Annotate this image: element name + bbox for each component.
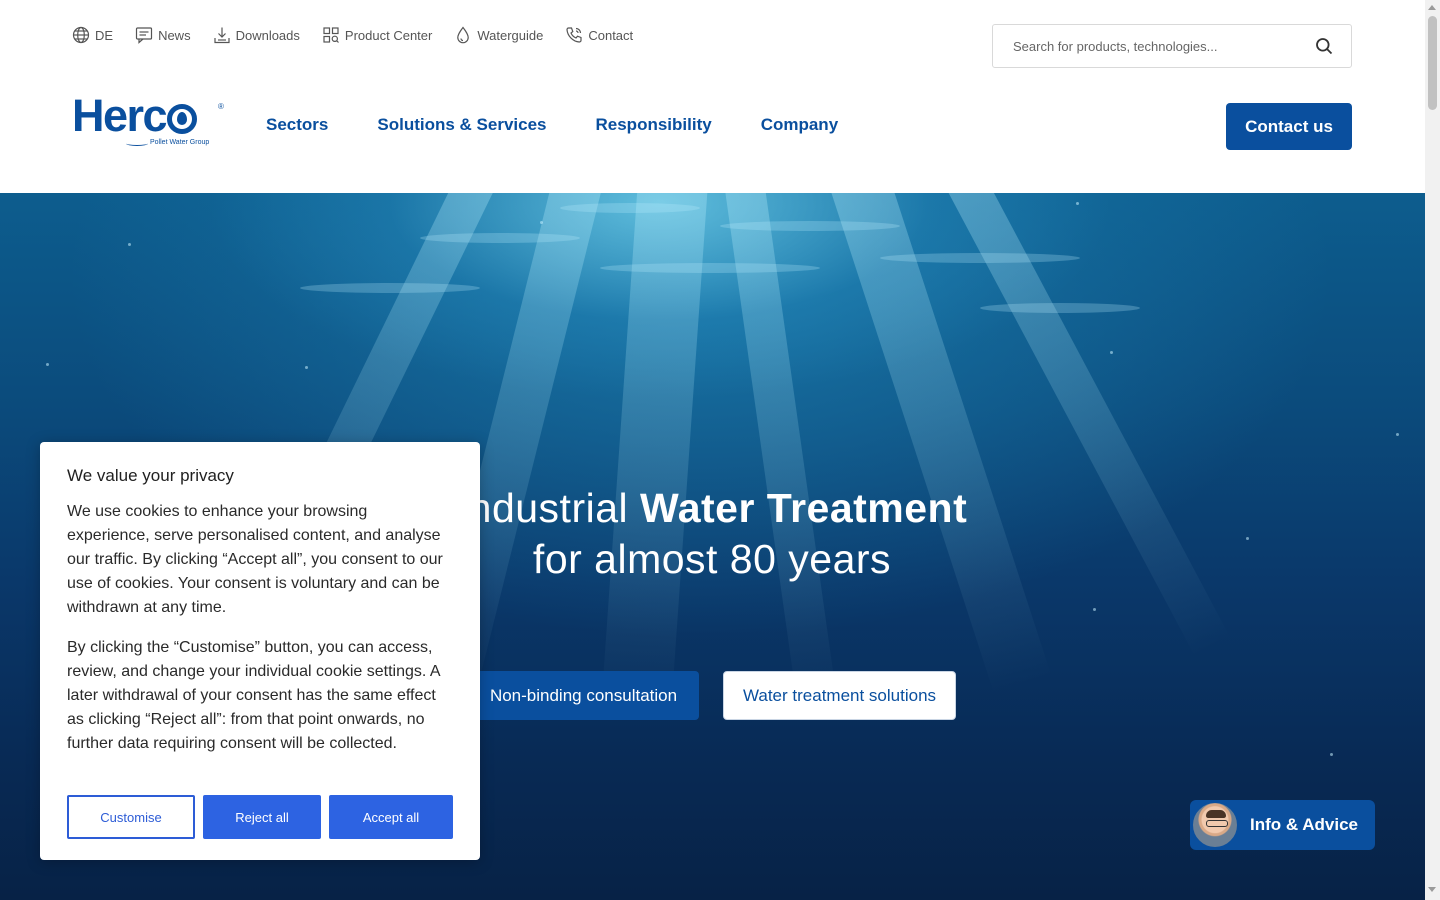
particle	[1246, 537, 1249, 540]
particle	[1110, 351, 1113, 354]
language-label: DE	[95, 27, 114, 43]
product-center-link[interactable]: Product Center	[322, 26, 432, 44]
particle	[1076, 202, 1079, 205]
water-treatment-solutions-button[interactable]: Water treatment solutions	[723, 671, 956, 720]
logo-wordmark: Herc	[72, 93, 224, 138]
cookie-paragraph-2: By clicking the “Customise” button, you …	[67, 639, 440, 752]
consultation-button[interactable]: Non-binding consultation	[468, 671, 699, 720]
nav-sectors[interactable]: Sectors	[266, 115, 328, 135]
customise-button[interactable]: Customise	[67, 795, 195, 839]
particle	[1330, 753, 1333, 756]
contact-link[interactable]: Contact	[565, 26, 633, 44]
advisor-avatar	[1191, 801, 1239, 849]
contact-label: Contact	[588, 27, 634, 43]
scroll-down-arrow-icon[interactable]	[1428, 887, 1436, 892]
waterguide-link[interactable]: Waterguide	[454, 26, 543, 44]
hero-title-prefix: Industrial	[456, 485, 641, 531]
particle	[1396, 433, 1399, 436]
surface-wave	[880, 253, 1080, 263]
surface-wave	[420, 233, 580, 243]
water-drop-icon	[457, 26, 470, 44]
waterguide-label: Waterguide	[477, 27, 544, 43]
utility-nav: DE News Downloads Product Center Watergu…	[72, 24, 655, 46]
particle	[128, 243, 131, 246]
nav-responsibility[interactable]: Responsibility	[596, 115, 712, 135]
downloads-link[interactable]: Downloads	[213, 26, 300, 44]
surface-wave	[300, 283, 480, 293]
hero-title-line2: for almost 80 years	[532, 536, 892, 582]
info-advice-label: Info & Advice	[1250, 815, 1358, 834]
logo-registered-mark: ®	[218, 102, 224, 111]
main-nav: Sectors Solutions & Services Responsibil…	[266, 115, 887, 135]
cookie-paragraph-1: We use cookies to enhance your browsing …	[67, 503, 443, 616]
surface-wave	[560, 203, 700, 213]
news-link[interactable]: News	[135, 26, 191, 44]
scroll-up-arrow-icon[interactable]	[1428, 5, 1436, 10]
globe-icon	[72, 26, 90, 44]
logo-tagline: Pollet Water Group	[150, 139, 210, 146]
site-search	[992, 24, 1352, 68]
accept-all-button[interactable]: Accept all	[329, 795, 453, 839]
site-header: DE News Downloads Product Center Watergu…	[0, 0, 1425, 193]
particle	[540, 221, 543, 224]
language-switch[interactable]: DE	[72, 26, 113, 44]
particle	[46, 363, 49, 366]
reject-all-button[interactable]: Reject all	[203, 795, 321, 839]
hero-title-bold: Water Treatment	[640, 485, 968, 531]
surface-wave	[720, 221, 900, 231]
logo-swoosh-icon	[126, 141, 148, 146]
info-advice-widget[interactable]: Info & Advice	[1190, 800, 1375, 850]
chat-icon	[135, 27, 153, 44]
cookie-actions: Customise Reject all Accept all	[67, 795, 453, 839]
grid-search-icon	[323, 27, 339, 43]
particle	[1093, 608, 1096, 611]
contact-us-button[interactable]: Contact us	[1226, 103, 1352, 150]
nav-company[interactable]: Company	[761, 115, 838, 135]
logo-text: Herc	[72, 90, 168, 141]
search-icon[interactable]	[1315, 37, 1333, 55]
particle	[305, 366, 308, 369]
product-center-label: Product Center	[344, 27, 433, 43]
cookie-title: We value your privacy	[67, 466, 234, 485]
herco-logo[interactable]: Herc ® Pollet Water Group	[72, 93, 224, 149]
search-input[interactable]	[1013, 38, 1315, 54]
surface-wave	[600, 263, 820, 273]
logo-drop-icon	[167, 104, 198, 134]
page-scrollbar[interactable]	[1425, 0, 1440, 900]
surface-wave	[980, 303, 1140, 313]
downloads-label: Downloads	[235, 27, 300, 43]
download-icon	[213, 27, 230, 44]
phone-icon	[566, 27, 582, 43]
news-label: News	[158, 27, 191, 43]
nav-solutions-services[interactable]: Solutions & Services	[377, 115, 546, 135]
scrollbar-thumb[interactable]	[1428, 16, 1437, 110]
cookie-consent-dialog: We value your privacy We use cookies to …	[40, 442, 480, 860]
